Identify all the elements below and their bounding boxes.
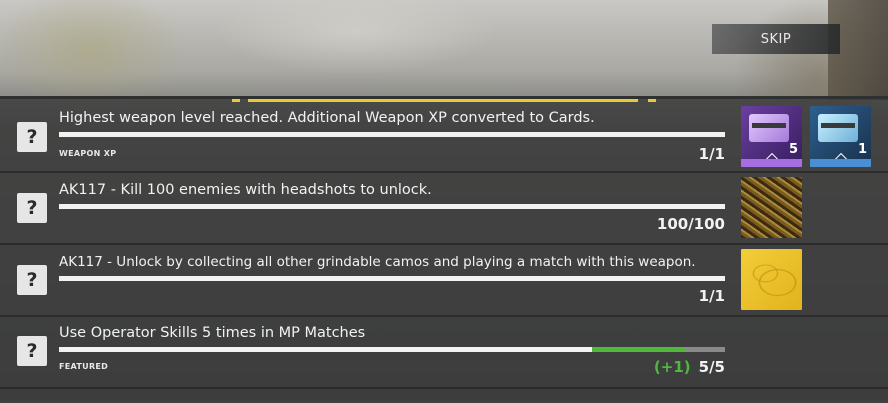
- card-art: [818, 114, 858, 142]
- reward-camo-snakeskin[interactable]: [741, 177, 802, 238]
- reward-count: 5: [788, 142, 798, 157]
- question-mark-icon: ?: [17, 336, 47, 366]
- challenge-row-headshots: ? AK117 - Kill 100 enemies with headshot…: [0, 173, 888, 245]
- progress-bar: [59, 347, 725, 352]
- challenge-title: Use Operator Skills 5 times in MP Matche…: [59, 325, 366, 341]
- progress-bar: [59, 204, 725, 209]
- question-mark-icon: ?: [17, 193, 47, 223]
- challenge-tag: WEAPON XP: [59, 149, 117, 158]
- progress-count-wrapper: (+1) 5/5: [654, 358, 725, 376]
- reward-camo-gold[interactable]: [741, 249, 802, 310]
- progress-fill-previous: [59, 347, 592, 352]
- question-mark-icon: ?: [17, 122, 47, 152]
- progress-fill-gain: [592, 347, 685, 352]
- challenge-row-operator-skills: ? Use Operator Skills 5 times in MP Matc…: [0, 317, 888, 389]
- progress-count: 100/100: [656, 215, 725, 233]
- rarity-diamond-icon: [764, 152, 780, 159]
- rifle-icon: [821, 123, 855, 128]
- skip-button[interactable]: SKIP: [712, 24, 840, 54]
- rarity-diamond-icon: [833, 152, 849, 159]
- challenge-title: AK117 - Kill 100 enemies with headshots …: [59, 182, 432, 198]
- question-mark-icon: ?: [17, 265, 47, 295]
- challenge-row-gold-camo: ? AK117 - Unlock by collecting all other…: [0, 245, 888, 317]
- challenge-title: Highest weapon level reached. Additional…: [59, 110, 595, 126]
- challenge-title: AK117 - Unlock by collecting all other g…: [59, 254, 696, 270]
- card-art: [749, 114, 789, 142]
- progress-bar: [59, 132, 725, 137]
- progress-count: 5/5: [698, 358, 725, 376]
- challenge-row-weapon-xp: ? Highest weapon level reached. Addition…: [0, 101, 888, 173]
- challenge-tag: FEATURED: [59, 362, 109, 371]
- progress-count: 1/1: [698, 145, 725, 163]
- progress-gain: (+1): [653, 358, 691, 376]
- reward-weapon-xp-card[interactable]: 5: [741, 106, 802, 167]
- progress-count: 1/1: [698, 287, 725, 305]
- rifle-icon: [752, 123, 786, 128]
- reward-weapon-xp-card[interactable]: 1: [810, 106, 871, 167]
- reward-count: 1: [857, 142, 867, 157]
- progress-bar: [59, 276, 725, 281]
